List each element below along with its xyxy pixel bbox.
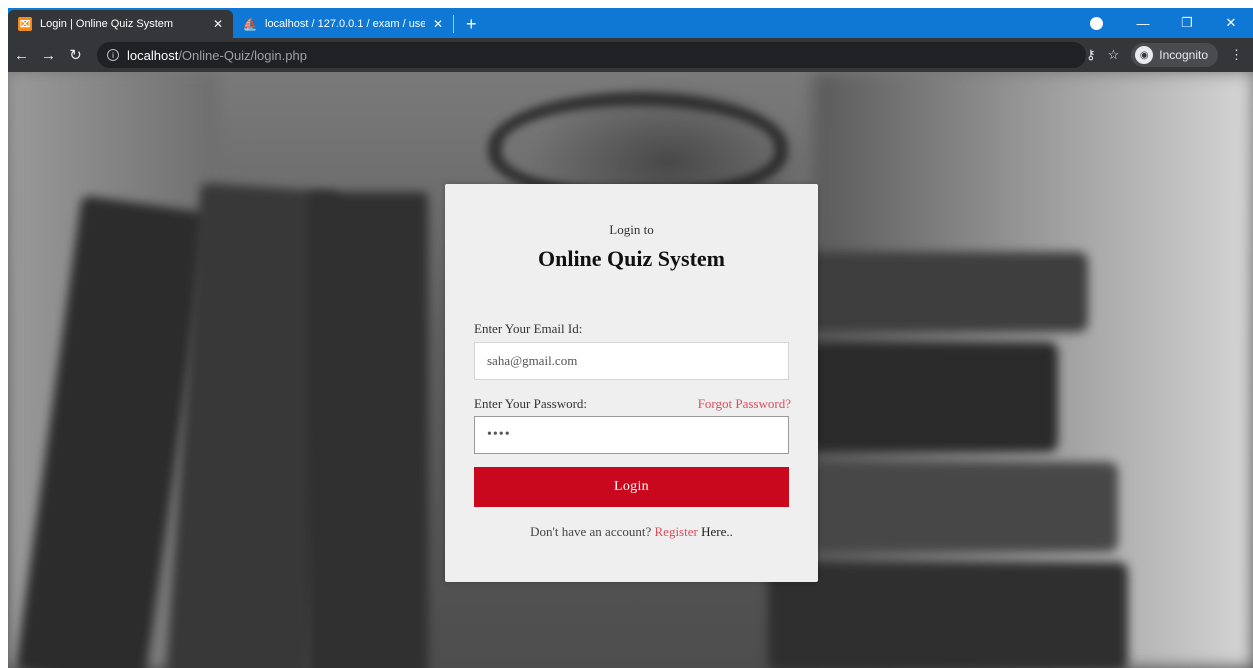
background-book [808,462,1118,552]
tab-title: Login | Online Quiz System [40,18,174,30]
new-tab-button[interactable]: + [460,10,483,38]
incognito-badge[interactable]: ◉ Incognito [1131,43,1218,67]
page-title: Online Quiz System [537,246,725,271]
address-bar[interactable]: i localhost/Online-Quiz/login.php [97,42,1087,68]
window-controls: — ❐ ✕ [1090,8,1253,38]
profile-dropdown-icon[interactable] [1090,16,1103,30]
forgot-password-link[interactable]: Forgot Password? [698,396,791,412]
background-book [768,562,1128,668]
back-button[interactable]: ← [8,47,35,64]
background-book [308,192,428,668]
key-icon[interactable]: ⚷ [1086,47,1096,63]
tab-login[interactable]: ⌧ Login | Online Quiz System ✕ [8,10,233,38]
forward-button[interactable]: → [35,47,62,64]
register-link[interactable]: Register [655,524,698,539]
minimize-button[interactable]: — [1121,16,1165,31]
page-viewport: Login to Online Quiz System Enter Your E… [8,72,1253,668]
email-field[interactable]: saha@gmail.com [474,342,789,380]
register-prompt-line: Don't have an account? Register Here.. [445,524,818,540]
email-label: Enter Your Email Id: [474,321,583,336]
close-tab-icon[interactable]: ✕ [213,17,223,31]
login-subtitle: Login to [609,222,654,237]
restore-button[interactable]: ❐ [1165,15,1209,31]
browser-tabstrip: ⌧ Login | Online Quiz System ✕ ⛵ localho… [8,8,1253,38]
tab-title: localhost / 127.0.0.1 / exam / use [265,18,425,30]
register-prompt: Don't have an account? [530,524,652,539]
quiz-favicon-icon: ⌧ [18,17,32,31]
incognito-icon: ◉ [1135,46,1154,64]
close-tab-icon[interactable]: ✕ [433,17,443,31]
reload-button[interactable]: ↻ [62,46,89,64]
browser-toolbar: ← → ↻ i localhost/Online-Quiz/login.php … [8,38,1253,72]
login-card: Login to Online Quiz System Enter Your E… [445,184,818,582]
background-book [798,342,1058,452]
tab-divider [453,15,454,33]
site-info-icon[interactable]: i [107,49,119,61]
close-window-button[interactable]: ✕ [1209,15,1253,31]
tab-phpmyadmin[interactable]: ⛵ localhost / 127.0.0.1 / exam / use ✕ [233,10,453,38]
login-button[interactable]: Login [474,467,789,507]
url-host: localhost [127,47,179,63]
background-book [798,252,1088,332]
toolbar-actions: ⚷ ☆ ◉ Incognito ⋮ [1086,43,1253,67]
incognito-label: Incognito [1159,48,1208,62]
phpmyadmin-favicon-icon: ⛵ [242,17,258,31]
menu-icon[interactable]: ⋮ [1230,47,1243,63]
password-label: Enter Your Password: [474,396,588,411]
url-path: /Online-Quiz/login.php [178,47,307,63]
register-suffix: Here.. [701,524,733,539]
password-field[interactable]: •••• [474,416,789,454]
bookmark-star-icon[interactable]: ☆ [1108,47,1120,63]
